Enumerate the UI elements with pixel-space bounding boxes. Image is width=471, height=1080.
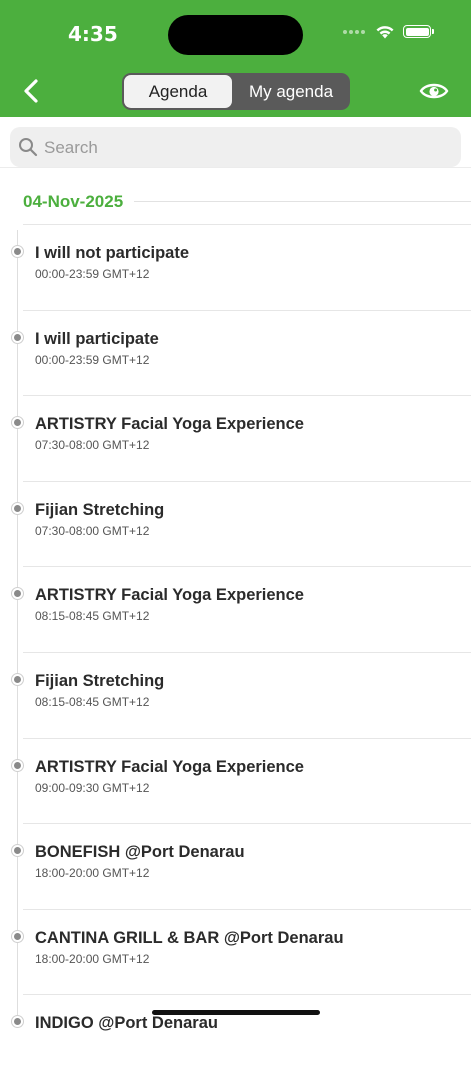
search-bar — [0, 117, 471, 169]
status-time: 4:35 — [68, 22, 118, 46]
search-icon — [19, 138, 38, 157]
agenda-item-time: 18:00-20:00 GMT+12 — [35, 951, 150, 966]
agenda-list: I will not participate 00:00-23:59 GMT+1… — [0, 224, 471, 1080]
search-divider — [0, 167, 471, 168]
agenda-item-title: BONEFISH @Port Denarau — [35, 843, 245, 862]
agenda-item-time: 00:00-23:59 GMT+12 — [35, 352, 150, 367]
agenda-item[interactable]: I will participate 00:00-23:59 GMT+12 — [0, 309, 471, 396]
agenda-item[interactable]: ARTISTRY Facial Yoga Experience 08:15-08… — [0, 566, 471, 652]
agenda-item[interactable]: ARTISTRY Facial Yoga Experience 07:30-08… — [0, 395, 471, 481]
search-field — [10, 127, 461, 169]
tab-agenda[interactable]: Agenda — [124, 75, 232, 108]
timeline-dot — [12, 588, 23, 600]
app-header: 4:35 Agenda My agenda — [0, 0, 471, 117]
search-input[interactable] — [42, 127, 446, 169]
agenda-item-title: CANTINA GRILL & BAR @Port Denarau — [35, 928, 344, 947]
eye-icon — [419, 83, 449, 99]
agenda-item[interactable]: Fijian Stretching 08:15-08:45 GMT+12 — [0, 651, 471, 738]
chevron-left-icon — [24, 79, 38, 103]
timeline-dot — [12, 845, 23, 857]
agenda-item-time: 08:15-08:45 GMT+12 — [35, 694, 150, 709]
battery-icon — [403, 25, 434, 38]
agenda-item-title: ARTISTRY Facial Yoga Experience — [35, 415, 304, 434]
tab-my-agenda[interactable]: My agenda — [234, 75, 348, 108]
agenda-item[interactable]: I will not participate 00:00-23:59 GMT+1… — [0, 224, 471, 310]
agenda-item-title: I will participate — [35, 329, 159, 348]
agenda-segmented-control: Agenda My agenda — [122, 73, 350, 110]
timeline-dot — [12, 1016, 23, 1028]
agenda-item-time: 00:00-23:59 GMT+12 — [35, 267, 150, 281]
timeline-dot — [12, 246, 23, 257]
agenda-item[interactable]: CANTINA GRILL & BAR @Port Denarau 18:00-… — [0, 908, 471, 995]
agenda-item-title: I will not participate — [35, 244, 190, 262]
agenda-item-title: Fijian Stretching — [35, 671, 165, 690]
agenda-item[interactable]: BONEFISH @Port Denarau 18:00-20:00 GMT+1… — [0, 823, 471, 909]
dynamic-island — [168, 15, 303, 55]
agenda-item-time: 18:00-20:00 GMT+12 — [35, 866, 150, 881]
timeline-dot — [12, 930, 23, 942]
wifi-icon — [376, 26, 394, 39]
status-icons — [343, 24, 434, 39]
agenda-item[interactable]: ARTISTRY Facial Yoga Experience 09:00-09… — [0, 737, 471, 824]
timeline-dot — [12, 502, 23, 514]
date-rule — [134, 201, 471, 202]
timeline-dot — [12, 759, 23, 771]
visibility-button[interactable] — [418, 78, 450, 104]
timeline-dot — [12, 331, 23, 343]
agenda-item-time: 07:30-08:00 GMT+12 — [35, 523, 150, 538]
agenda-item-time: 07:30-08:00 GMT+12 — [35, 438, 150, 453]
date-header: 04-Nov-2025 — [23, 192, 124, 211]
agenda-item-title: ARTISTRY Facial Yoga Experience — [35, 757, 304, 776]
timeline-dot — [12, 673, 23, 685]
cellular-signal-icon — [343, 29, 365, 34]
home-indicator — [152, 1010, 320, 1015]
agenda-item[interactable]: Fijian Stretching 07:30-08:00 GMT+12 — [0, 480, 471, 567]
agenda-item-title: Fijian Stretching — [35, 500, 165, 519]
agenda-item[interactable]: INDIGO @Port Denarau — [0, 994, 471, 1080]
agenda-item-title: ARTISTRY Facial Yoga Experience — [35, 586, 304, 605]
agenda-item-time: 08:15-08:45 GMT+12 — [35, 609, 150, 624]
back-button[interactable] — [18, 76, 46, 106]
timeline-dot — [12, 417, 23, 429]
agenda-item-time: 09:00-09:30 GMT+12 — [35, 780, 150, 795]
